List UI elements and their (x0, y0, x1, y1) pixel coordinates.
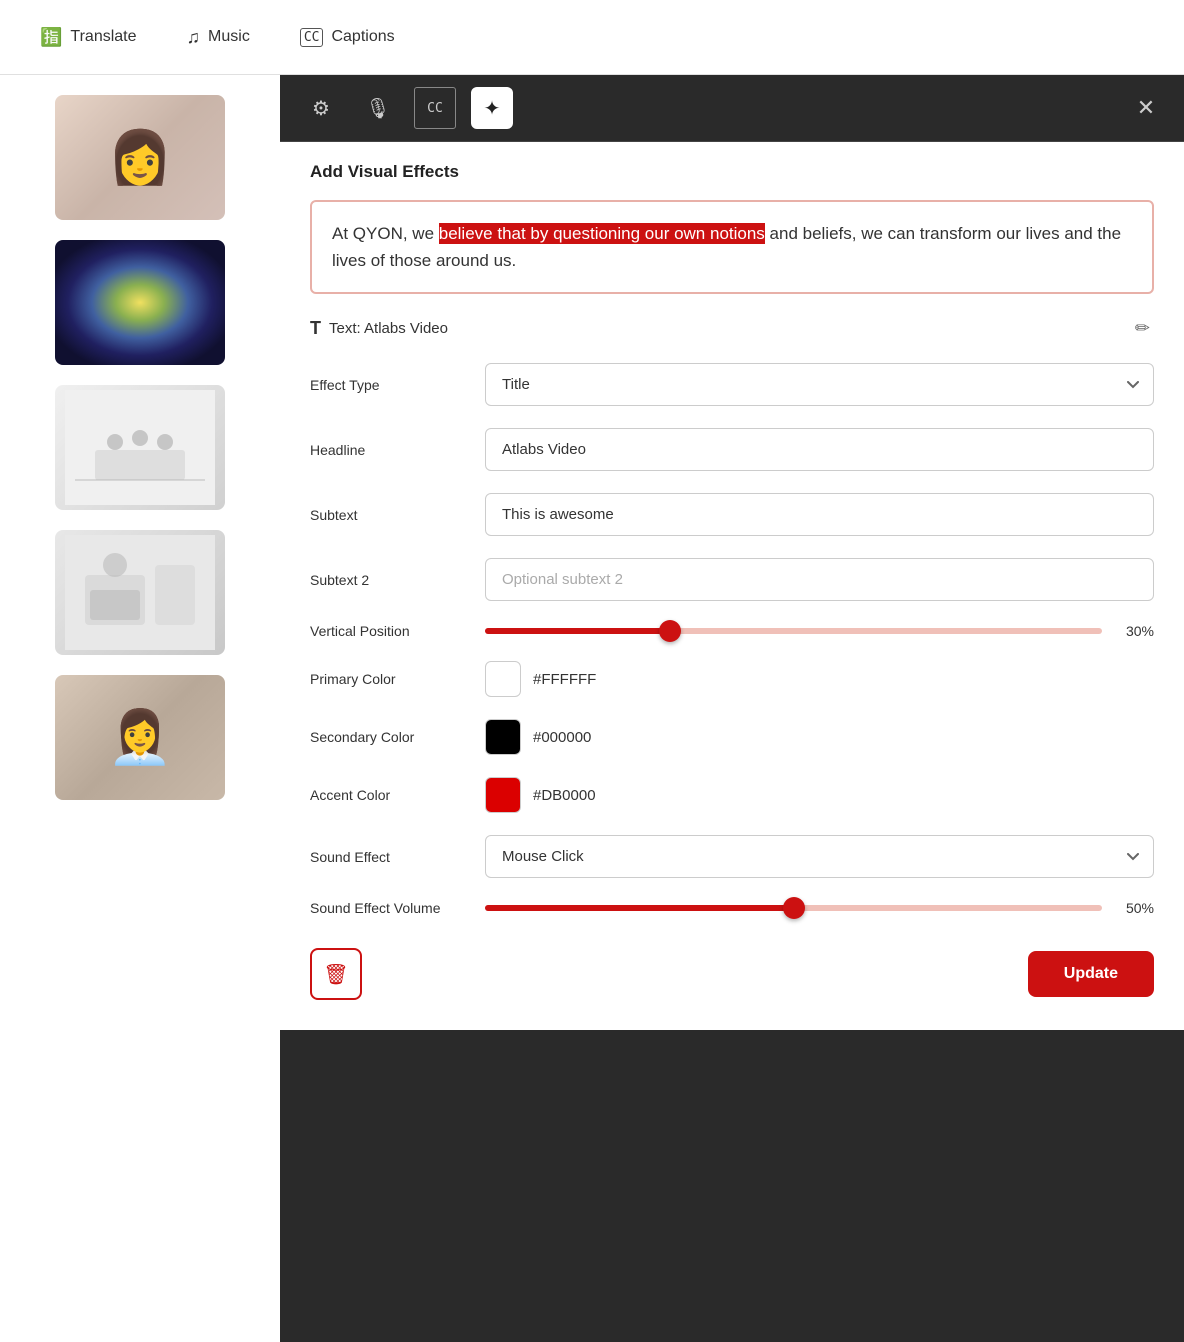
top-nav: 🈯 Translate ♫ Music CC Captions (0, 0, 1184, 75)
vertical-position-row: Vertical Position 30% (310, 623, 1154, 639)
vertical-position-label: Vertical Position (310, 623, 465, 639)
translate-icon: 🈯 (40, 27, 62, 48)
effect-type-control: Title Lower Third Caption Overlay (485, 363, 1154, 406)
primary-color-value: #FFFFFF (533, 671, 596, 688)
update-button[interactable]: Update (1028, 951, 1154, 997)
effect-type-select[interactable]: Title Lower Third Caption Overlay (485, 363, 1154, 406)
effects-icon-btn[interactable]: ✦ (471, 87, 513, 129)
accent-color-control: #DB0000 (485, 777, 1154, 813)
sound-volume-slider-row: 50% (485, 900, 1154, 916)
panel-title: Add Visual Effects (310, 162, 1154, 182)
secondary-color-swatch[interactable] (485, 719, 521, 755)
subtext-row: Subtext (310, 493, 1154, 536)
sound-volume-control: 50% (485, 900, 1154, 916)
primary-color-picker-row: #FFFFFF (485, 661, 1154, 697)
tab-translate[interactable]: 🈯 Translate (20, 19, 157, 56)
subtext2-row: Subtext 2 (310, 558, 1154, 601)
vertical-position-track[interactable] (485, 628, 1102, 634)
primary-color-control: #FFFFFF (485, 661, 1154, 697)
secondary-color-label: Secondary Color (310, 729, 465, 745)
music-icon: ♫ (187, 27, 201, 48)
primary-color-label: Primary Color (310, 671, 465, 687)
thumbnail-4[interactable] (55, 530, 225, 655)
subtext2-input[interactable] (485, 558, 1154, 601)
source-label-text: Text: Atlabs Video (329, 320, 448, 337)
subtext2-label: Subtext 2 (310, 572, 465, 588)
sound-effect-select[interactable]: Mouse Click None Whoosh Pop (485, 835, 1154, 878)
edit-icon-btn[interactable]: ✏ (1131, 314, 1154, 343)
text-preview-box: At QYON, we believe that by questioning … (310, 200, 1154, 294)
microphone-icon-btn[interactable]: 🎙 (357, 87, 399, 129)
thumbnail-1[interactable]: 👩 (55, 95, 225, 220)
effect-type-label: Effect Type (310, 377, 465, 393)
vertical-position-value: 30% (1114, 623, 1154, 639)
sound-volume-row: Sound Effect Volume 50% (310, 900, 1154, 916)
sidebar: 👩 👩‍💼 (0, 75, 280, 1342)
captions-label: Captions (331, 28, 394, 46)
form-panel: Add Visual Effects At QYON, we believe t… (280, 142, 1184, 1030)
sound-volume-track[interactable] (485, 905, 1102, 911)
sound-volume-fill (485, 905, 794, 911)
secondary-color-row: Secondary Color #000000 (310, 719, 1154, 755)
subtext-control (485, 493, 1154, 536)
subtext-input[interactable] (485, 493, 1154, 536)
accent-color-label: Accent Color (310, 787, 465, 803)
accent-color-value: #DB0000 (533, 787, 596, 804)
tab-captions[interactable]: CC Captions (280, 20, 415, 55)
captions-icon: CC (300, 28, 324, 47)
main-panel: ⚙ 🎙 CC ✦ ✕ Add Visual Effects At QYON, w… (280, 75, 1184, 1342)
effect-type-row: Effect Type Title Lower Third Caption Ov… (310, 363, 1154, 406)
subtext-label: Subtext (310, 507, 465, 523)
bottom-row: 🗑 Update (310, 938, 1154, 1000)
text-source-row: T Text: Atlabs Video ✏ (310, 314, 1154, 343)
secondary-color-picker-row: #000000 (485, 719, 1154, 755)
vertical-position-control: 30% (485, 623, 1154, 639)
text-icon: T (310, 318, 321, 339)
tab-music[interactable]: ♫ Music (167, 19, 270, 56)
primary-color-swatch[interactable] (485, 661, 521, 697)
secondary-color-control: #000000 (485, 719, 1154, 755)
delete-button[interactable]: 🗑 (310, 948, 362, 1000)
captions-icon-btn[interactable]: CC (414, 87, 456, 129)
text-source-label: T Text: Atlabs Video (310, 318, 448, 339)
panel-toolbar: ⚙ 🎙 CC ✦ ✕ (280, 75, 1184, 142)
sound-effect-row: Sound Effect Mouse Click None Whoosh Pop (310, 835, 1154, 878)
accent-color-row: Accent Color #DB0000 (310, 777, 1154, 813)
thumbnail-5[interactable]: 👩‍💼 (55, 675, 225, 800)
close-button[interactable]: ✕ (1128, 90, 1164, 126)
headline-label: Headline (310, 442, 465, 458)
headline-row: Headline (310, 428, 1154, 471)
sound-effect-label: Sound Effect (310, 849, 465, 865)
headline-control (485, 428, 1154, 471)
vertical-position-fill (485, 628, 670, 634)
subtext2-control (485, 558, 1154, 601)
sound-effect-control: Mouse Click None Whoosh Pop (485, 835, 1154, 878)
sound-volume-value: 50% (1114, 900, 1154, 916)
translate-label: Translate (70, 28, 136, 46)
thumbnail-2[interactable] (55, 240, 225, 365)
primary-color-row: Primary Color #FFFFFF (310, 661, 1154, 697)
accent-color-picker-row: #DB0000 (485, 777, 1154, 813)
preview-highlighted: believe that by questioning our own noti… (439, 223, 765, 244)
accent-color-swatch[interactable] (485, 777, 521, 813)
preview-before: At QYON, we (332, 224, 439, 243)
headline-input[interactable] (485, 428, 1154, 471)
music-label: Music (208, 28, 250, 46)
settings-icon-btn[interactable]: ⚙ (300, 87, 342, 129)
vertical-position-slider-row: 30% (485, 623, 1154, 639)
secondary-color-value: #000000 (533, 729, 591, 746)
sound-volume-thumb[interactable] (783, 897, 805, 919)
sound-volume-label: Sound Effect Volume (310, 900, 465, 916)
thumbnail-3[interactable] (55, 385, 225, 510)
vertical-position-thumb[interactable] (659, 620, 681, 642)
